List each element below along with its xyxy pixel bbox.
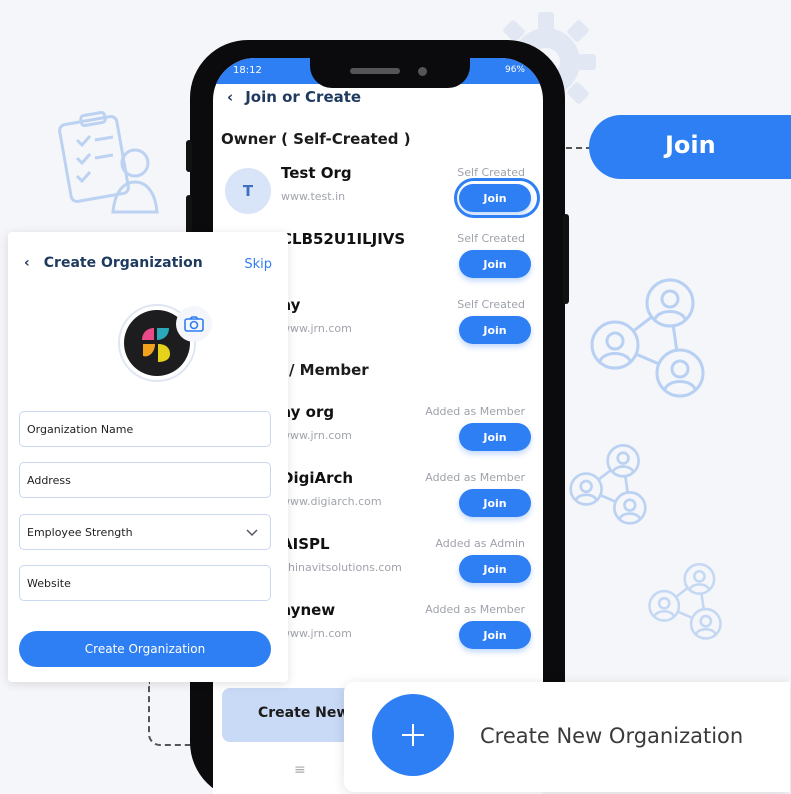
- org-role: Self Created: [457, 298, 525, 311]
- phone-notch: [310, 52, 470, 88]
- join-button[interactable]: Join: [459, 423, 531, 451]
- plus-icon[interactable]: [372, 694, 454, 776]
- org-url: www.jrn.com: [281, 627, 352, 640]
- chevron-down-icon: [246, 529, 258, 537]
- employee-strength-label: Employee Strength: [27, 526, 133, 539]
- home-indicator-icon: ≡: [294, 762, 306, 778]
- org-name: AISPL: [281, 535, 330, 553]
- phone-camera: [418, 67, 427, 76]
- owner-section-title: Owner ( Self-Created ): [221, 130, 411, 148]
- screen-header: ‹ Join or Create: [227, 88, 361, 106]
- organization-name-field[interactable]: Organization Name: [19, 411, 271, 447]
- phone-speaker: [350, 68, 400, 74]
- phone-side-button: [186, 140, 192, 172]
- avatar: T: [225, 168, 271, 214]
- phone-power-button: [563, 214, 569, 304]
- create-organization-button[interactable]: Create Organization: [19, 631, 271, 667]
- join-button[interactable]: Join: [459, 316, 531, 344]
- org-name: DigiArch: [281, 469, 354, 487]
- org-name: ay org: [281, 403, 335, 421]
- org-url: www.digiarch.com: [281, 495, 382, 508]
- org-role: Added as Member: [425, 603, 525, 616]
- network-users-icon: [590, 278, 705, 398]
- back-icon[interactable]: ‹: [24, 255, 30, 271]
- panel-title: Create Organization: [43, 255, 203, 271]
- org-role: Added as Admin: [435, 537, 525, 550]
- network-users-icon-tiny: [648, 562, 722, 640]
- network-users-icon-small: [569, 444, 647, 525]
- clipboard-user-icon: [58, 110, 159, 214]
- status-time: 18:12: [233, 65, 262, 76]
- camera-icon[interactable]: [176, 306, 212, 342]
- create-new-organization-label: Create New Organization: [480, 724, 744, 748]
- join-button[interactable]: Join: [459, 555, 531, 583]
- org-url: www.test.in: [281, 190, 346, 203]
- org-role: Added as Member: [425, 405, 525, 418]
- panel-header: ‹ Create Organization: [24, 255, 203, 271]
- join-highlight-ring: [454, 178, 540, 218]
- join-button[interactable]: Join: [459, 621, 531, 649]
- org-role: Added as Member: [425, 471, 525, 484]
- join-button[interactable]: Join: [459, 489, 531, 517]
- website-field[interactable]: Website: [19, 565, 271, 601]
- org-url: bhinavitsolutions.com: [281, 561, 402, 574]
- join-button[interactable]: Join: [459, 250, 531, 278]
- join-callout: Join: [589, 115, 791, 179]
- org-url: www.jrn.com: [281, 322, 352, 335]
- screen-title: Join or Create: [245, 88, 362, 106]
- back-icon[interactable]: ‹: [227, 88, 233, 106]
- org-url: www.jrn.com: [281, 429, 352, 442]
- skip-link[interactable]: Skip: [244, 257, 272, 272]
- status-battery: 96%: [504, 65, 525, 75]
- org-role: Self Created: [457, 232, 525, 245]
- create-organization-panel: ‹ Create Organization Skip Organization …: [8, 232, 288, 682]
- org-name: Test Org: [281, 164, 352, 182]
- employee-strength-select[interactable]: Employee Strength: [19, 514, 271, 550]
- address-field[interactable]: Address: [19, 462, 271, 498]
- org-name: aynew: [281, 601, 336, 619]
- org-name: CLB52U1ILJIVS: [281, 230, 406, 248]
- create-new-organization-card[interactable]: Create New Organization: [344, 682, 790, 792]
